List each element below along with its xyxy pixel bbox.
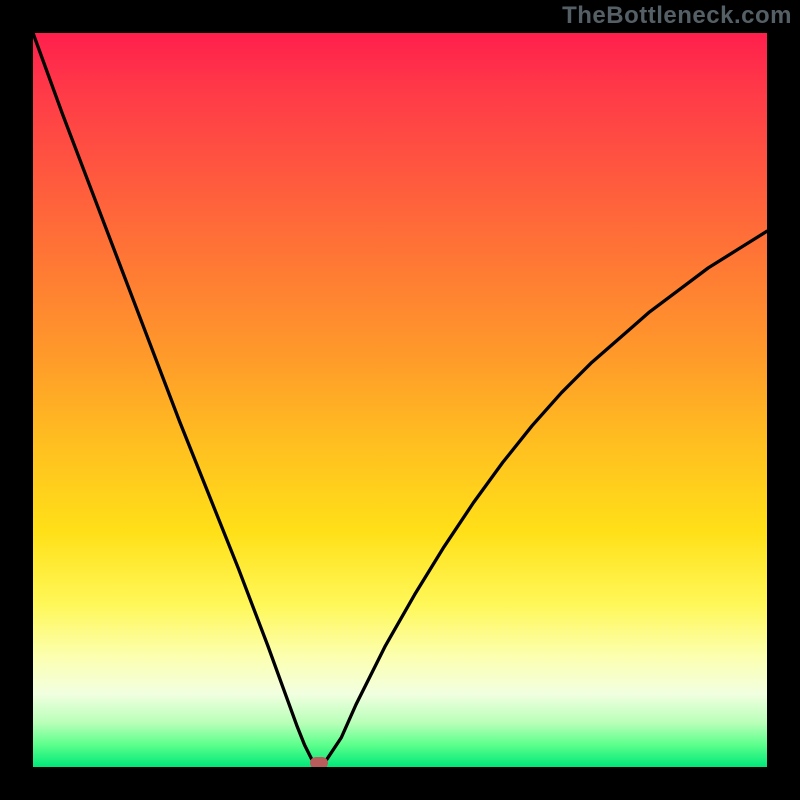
curve-path: [33, 33, 767, 763]
marker-dot: [310, 757, 328, 767]
chart-frame: TheBottleneck.com: [0, 0, 800, 800]
curve-svg: [33, 33, 767, 767]
watermark-label: TheBottleneck.com: [562, 2, 792, 30]
plot-area: [33, 33, 767, 767]
